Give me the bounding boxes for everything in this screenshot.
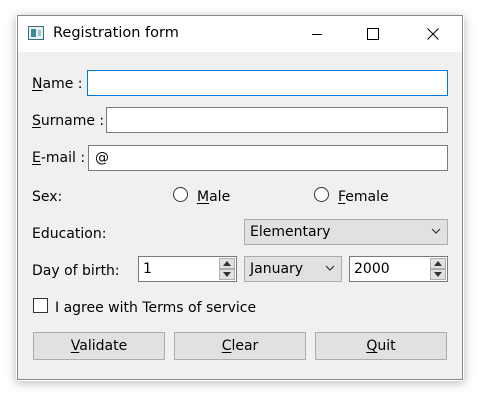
close-icon: [427, 28, 439, 40]
name-input[interactable]: [87, 70, 448, 96]
male-radio[interactable]: [173, 187, 188, 202]
birth-label: Day of birth:: [32, 263, 120, 279]
down-arrow-icon: [434, 272, 442, 277]
mnemonic-letter: C: [221, 338, 232, 354]
name-label: Name :: [32, 76, 83, 92]
year-value: 2000: [354, 261, 390, 277]
mnemonic-letter: M: [197, 189, 210, 205]
female-label[interactable]: Female: [338, 188, 389, 206]
month-value: January: [250, 261, 304, 277]
terms-label[interactable]: I agree with Terms of service: [55, 299, 256, 317]
title-bar[interactable]: Registration form: [18, 16, 462, 52]
mnemonic-letter: S: [32, 113, 41, 129]
quit-button[interactable]: Quit: [315, 332, 447, 360]
up-arrow-icon: [223, 261, 231, 266]
day-decrement-button[interactable]: [219, 269, 235, 280]
month-select[interactable]: January: [244, 256, 342, 282]
clear-button[interactable]: Clear: [174, 332, 306, 360]
surname-label: Surname :: [32, 113, 105, 129]
validate-button[interactable]: Validate: [33, 332, 165, 360]
down-arrow-icon: [223, 272, 231, 277]
education-label: Education:: [32, 226, 107, 242]
mnemonic-letter: N: [32, 76, 43, 92]
mnemonic-letter: Q: [366, 338, 378, 354]
day-spinbox[interactable]: 1: [138, 256, 237, 282]
mnemonic-letter: F: [338, 189, 346, 205]
education-value: Elementary: [250, 224, 331, 240]
female-radio[interactable]: [314, 187, 329, 202]
mnemonic-letter: E: [32, 150, 41, 166]
minimize-button[interactable]: [294, 16, 340, 52]
education-select[interactable]: Elementary: [244, 219, 448, 245]
chevron-down-icon: [325, 265, 335, 271]
year-spinbox[interactable]: 2000: [349, 256, 448, 282]
registration-window: Registration form Name : Surname : E-mai…: [17, 15, 463, 380]
sex-label: Sex:: [32, 189, 63, 205]
maximize-button[interactable]: [350, 16, 396, 52]
close-button[interactable]: [410, 16, 456, 52]
minimize-icon: [312, 34, 322, 35]
mnemonic-letter: V: [70, 338, 80, 354]
email-label: E-mail :: [32, 150, 86, 166]
terms-checkbox[interactable]: [33, 298, 48, 313]
window-title: Registration form: [53, 25, 179, 41]
day-increment-button[interactable]: [219, 258, 235, 269]
year-decrement-button[interactable]: [430, 269, 446, 280]
email-input[interactable]: @: [88, 145, 448, 171]
surname-input[interactable]: [106, 107, 448, 133]
chevron-down-icon: [431, 228, 441, 234]
male-label[interactable]: Male: [197, 188, 230, 206]
up-arrow-icon: [434, 261, 442, 266]
year-increment-button[interactable]: [430, 258, 446, 269]
maximize-icon: [367, 28, 379, 40]
day-value: 1: [143, 261, 152, 277]
app-icon: [28, 26, 44, 40]
